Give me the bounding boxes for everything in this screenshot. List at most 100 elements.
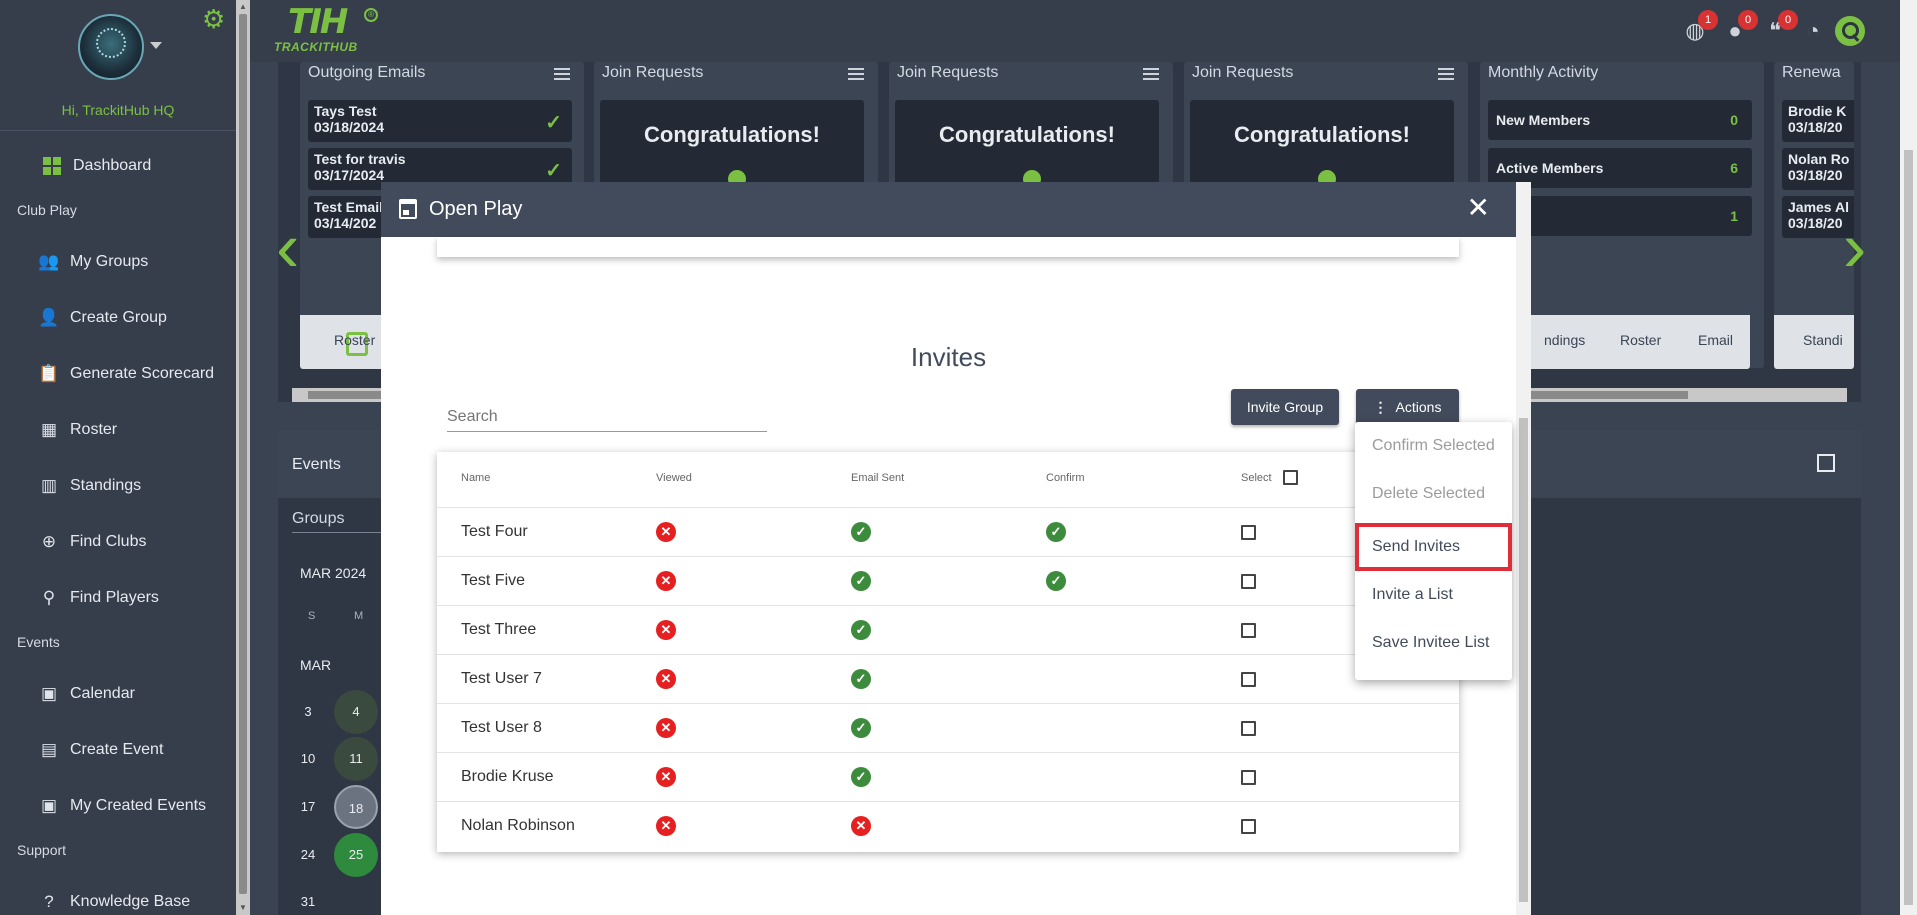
modal-scrollbar[interactable] — [1516, 182, 1531, 915]
x-circle-icon: ✕ — [656, 669, 676, 689]
menu-icon[interactable] — [554, 68, 570, 80]
calendar-icon — [399, 199, 417, 219]
footer-standings-link[interactable]: Standi — [1803, 332, 1843, 348]
tab-groups[interactable]: Groups — [292, 510, 344, 528]
logo-mark: TIH — [288, 2, 348, 42]
row-checkbox[interactable] — [1241, 770, 1256, 785]
x-circle-icon: ✕ — [656, 522, 676, 542]
sidebar-item-knowledge-base[interactable]: ? Knowledge Base — [38, 887, 190, 915]
month-selector[interactable]: MAR 2024 — [300, 565, 366, 581]
check-circle-icon: ✓ — [851, 669, 871, 689]
sidebar-item-find-players[interactable]: ⚲ Find Players — [38, 583, 159, 613]
calendar-day[interactable]: 24 — [286, 833, 330, 877]
sidebar-item-label: Knowledge Base — [70, 893, 191, 910]
column-header-select: Select — [1241, 472, 1272, 484]
chevron-right-icon[interactable]: › — [1843, 197, 1866, 297]
chat-icon[interactable]: ❝ 0 — [1762, 10, 1798, 44]
menu-item-delete-selected[interactable]: Delete Selected — [1355, 470, 1512, 518]
search-input[interactable] — [447, 402, 767, 432]
email-name: Test for travis — [314, 151, 406, 167]
column-header-viewed[interactable]: Viewed — [656, 472, 692, 484]
menu-icon[interactable] — [1438, 68, 1454, 80]
check-circle-icon: ✓ — [851, 620, 871, 640]
actions-button[interactable]: ⋮ Actions — [1356, 389, 1459, 425]
trackithub-logo[interactable]: TIH ® TRACKITHUB — [272, 2, 382, 58]
row-checkbox[interactable] — [1241, 721, 1256, 736]
clipboard-icon: 📋 — [38, 364, 60, 383]
sidebar-item-my-created-events[interactable]: ▣ My Created Events — [38, 791, 206, 821]
menu-icon[interactable] — [848, 68, 864, 80]
renewal-date: 03/18/20 — [1788, 119, 1843, 135]
month-label: MAR — [300, 657, 332, 673]
sidebar-item-generate-scorecard[interactable]: 📋 Generate Scorecard — [38, 359, 214, 389]
sidebar-item-create-event[interactable]: ▤ Create Event — [38, 735, 163, 765]
column-header-name[interactable]: Name — [461, 472, 490, 484]
scrollbar-thumb[interactable] — [239, 14, 247, 894]
sidebar-scrollbar[interactable]: ▲ ▼ — [236, 0, 250, 915]
calendar-day[interactable]: 11 — [334, 737, 378, 781]
sidebar-item-my-groups[interactable]: 👥 My Groups — [38, 247, 148, 277]
modal-header: Open Play ✕ — [381, 182, 1516, 237]
calendar-day[interactable]: 31 — [286, 880, 330, 915]
row-checkbox[interactable] — [1241, 525, 1256, 540]
calendar-day[interactable]: 4 — [334, 690, 378, 734]
scrollbar-thumb[interactable] — [1519, 418, 1528, 902]
sidebar-item-dashboard[interactable]: Dashboard — [41, 151, 151, 181]
search-icon[interactable] — [1835, 16, 1865, 46]
club-avatar[interactable] — [78, 14, 144, 80]
sidebar-item-label: My Groups — [70, 253, 149, 270]
calendar-day[interactable]: 17 — [286, 785, 330, 829]
renewal-row[interactable]: Brodie K 03/18/20 — [1782, 100, 1854, 142]
groups-icon: 👥 — [38, 252, 60, 271]
sidebar-item-standings[interactable]: ▥ Standings — [38, 471, 141, 501]
top-bar: TIH ® TRACKITHUB ◍ 1 ● 0 ❝ 0 ◔ — [250, 0, 1917, 62]
scrollbar-thumb[interactable] — [1904, 150, 1913, 905]
globe-icon[interactable]: ◍ 1 — [1682, 10, 1718, 44]
invite-group-button[interactable]: Invite Group — [1231, 389, 1339, 425]
renewal-row[interactable]: Nolan Ro 03/18/20 — [1782, 148, 1854, 190]
sidebar-item-create-group[interactable]: 👤 Create Group — [38, 303, 167, 333]
user-icon[interactable]: ● 0 — [1722, 10, 1758, 44]
external-link-icon[interactable] — [1817, 454, 1835, 472]
footer-email-link[interactable]: Email — [1698, 332, 1733, 348]
day-of-week: M — [354, 610, 364, 622]
calendar-day[interactable]: 3 — [286, 690, 330, 734]
menu-item-send-invites[interactable]: Send Invites — [1355, 523, 1512, 571]
close-icon[interactable]: ✕ — [1467, 192, 1490, 224]
scroll-down-icon[interactable]: ▼ — [239, 903, 247, 912]
footer-roster-link[interactable]: Roster — [1620, 332, 1661, 348]
gear-icon[interactable]: ⚙ — [202, 6, 225, 32]
previous-table-edge — [437, 237, 1459, 257]
menu-icon[interactable] — [1143, 68, 1159, 80]
scroll-up-icon[interactable]: ▲ — [239, 2, 247, 11]
chevron-left-icon[interactable]: ‹ — [276, 197, 299, 297]
calendar-day-selected[interactable]: 25 — [334, 833, 378, 877]
find-players-icon: ⚲ — [42, 588, 56, 607]
column-header-email-sent[interactable]: Email Sent — [851, 472, 904, 484]
sidebar-item-label: Find Players — [70, 589, 159, 606]
menu-item-confirm-selected[interactable]: Confirm Selected — [1355, 422, 1512, 470]
main-scrollbar[interactable] — [1900, 0, 1917, 915]
sidebar-item-calendar[interactable]: ▣ Calendar — [38, 679, 135, 709]
rss-icon[interactable]: ◔ — [1800, 18, 1826, 44]
card-title: Join Requests — [897, 64, 999, 81]
menu-item-save-invitee-list[interactable]: Save Invitee List — [1355, 619, 1512, 667]
calendar-day-today[interactable]: 18 — [334, 785, 378, 829]
menu-item-invite-a-list[interactable]: Invite a List — [1355, 571, 1512, 619]
sidebar-item-roster[interactable]: ▦ Roster — [38, 415, 117, 445]
divider — [0, 130, 236, 131]
x-circle-icon: ✕ — [656, 571, 676, 591]
dashboard-icon — [41, 156, 63, 176]
select-all-checkbox[interactable] — [1283, 470, 1298, 485]
sidebar-item-find-clubs[interactable]: ⊕ Find Clubs — [38, 527, 147, 557]
chevron-down-icon[interactable] — [150, 42, 162, 49]
calendar-day[interactable]: 10 — [286, 737, 330, 781]
column-header-confirm[interactable]: Confirm — [1046, 472, 1085, 484]
row-checkbox[interactable] — [1241, 819, 1256, 834]
row-checkbox[interactable] — [1241, 623, 1256, 638]
row-checkbox[interactable] — [1241, 574, 1256, 589]
row-checkbox[interactable] — [1241, 672, 1256, 687]
footer-roster-link[interactable]: Roster — [334, 332, 375, 348]
email-row[interactable]: Tays Test 03/18/2024 ✓ — [308, 100, 572, 142]
footer-standings-link[interactable]: ndings — [1544, 332, 1585, 348]
